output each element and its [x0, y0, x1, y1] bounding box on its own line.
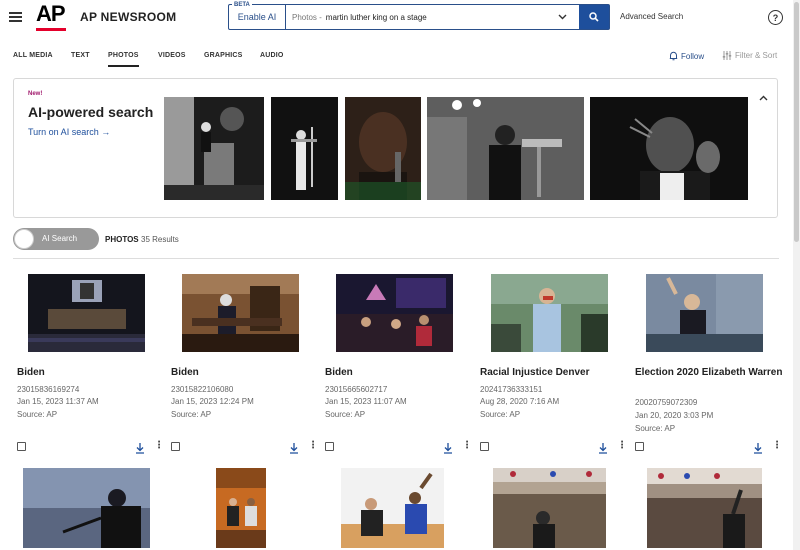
card-title[interactable]: Election 2020 Elizabeth Warren	[635, 366, 783, 379]
download-icon[interactable]	[598, 441, 608, 459]
tab-videos[interactable]: VIDEOS	[158, 52, 186, 59]
download-icon[interactable]	[135, 441, 145, 459]
card-source: Source: AP	[17, 410, 58, 419]
card-title[interactable]: Biden	[325, 366, 473, 379]
tab-audio[interactable]: AUDIO	[260, 52, 284, 59]
photo-thumbnail[interactable]	[182, 274, 299, 352]
photo-card[interactable]: Biden 23015822106080 Jan 15, 2023 12:24 …	[171, 272, 319, 457]
card-id: 23015665602717	[325, 385, 388, 394]
select-checkbox[interactable]	[635, 442, 644, 451]
bell-icon	[669, 51, 678, 61]
photo-thumbnail[interactable]	[647, 468, 762, 548]
card-title[interactable]: Biden	[171, 366, 319, 379]
banner-photo[interactable]	[271, 97, 338, 200]
photo-thumbnail[interactable]	[646, 274, 763, 352]
tab-graphics[interactable]: GRAPHICS	[204, 52, 243, 59]
banner-title: AI-powered search	[28, 104, 154, 120]
photo-thumbnail[interactable]	[23, 468, 150, 548]
new-badge: New!	[28, 91, 43, 97]
photo-card[interactable]: Biden 23015665602717 Jan 15, 2023 11:07 …	[325, 272, 473, 457]
results-count: 35 Results	[141, 235, 179, 244]
brand-name: AP NEWSROOM	[80, 10, 177, 24]
advanced-search-link[interactable]: Advanced Search	[620, 12, 683, 21]
enable-ai-button[interactable]: Enable AI	[229, 5, 286, 29]
tab-photos[interactable]: PHOTOS	[108, 52, 139, 67]
card-id: 20020759072309	[635, 398, 698, 407]
more-options-icon[interactable]: ⋮	[462, 440, 472, 451]
card-id: 23015836169274	[17, 385, 80, 394]
photo-card[interactable]: Biden 23015836169274 Jan 15, 2023 11:37 …	[17, 272, 165, 457]
photo-thumbnail[interactable]	[336, 274, 453, 352]
beta-badge: BETA	[232, 2, 252, 8]
photo-thumbnail[interactable]	[28, 274, 145, 352]
more-options-icon[interactable]: ⋮	[617, 440, 627, 451]
card-id: 23015822106080	[171, 385, 234, 394]
card-date: Jan 15, 2023 11:37 AM	[17, 397, 99, 406]
select-checkbox[interactable]	[480, 442, 489, 451]
tab-all-media[interactable]: ALL MEDIA	[13, 52, 53, 59]
photo-thumbnail[interactable]	[493, 468, 606, 548]
search-input[interactable]: Photos - martin luther king on a stage	[286, 5, 579, 29]
ai-search-banner: New! AI-powered search Turn on AI search…	[13, 78, 778, 218]
card-date: Jan 20, 2020 3:03 PM	[635, 411, 714, 420]
select-checkbox[interactable]	[17, 442, 26, 451]
top-header: AP AP NEWSROOM Enable AI Photos - martin…	[0, 0, 800, 36]
search-scope: Photos -	[292, 12, 322, 22]
card-id: 20241736333151	[480, 385, 543, 394]
banner-photo[interactable]	[427, 97, 584, 200]
select-checkbox[interactable]	[325, 442, 334, 451]
card-date: Aug 28, 2020 7:16 AM	[480, 397, 560, 406]
search-bar: Enable AI Photos - martin luther king on…	[228, 4, 610, 30]
banner-photo[interactable]	[164, 97, 264, 200]
card-source: Source: AP	[171, 410, 212, 419]
card-source: Source: AP	[325, 410, 366, 419]
ap-logo[interactable]: AP	[36, 3, 66, 32]
select-checkbox[interactable]	[171, 442, 180, 451]
follow-button[interactable]: Follow	[669, 51, 704, 61]
section-label: PHOTOS	[105, 235, 139, 244]
photo-thumbnail[interactable]	[491, 274, 608, 352]
sliders-icon	[722, 51, 732, 60]
more-options-icon[interactable]: ⋮	[772, 440, 782, 451]
banner-photo[interactable]	[590, 97, 748, 200]
card-title[interactable]: Biden	[17, 366, 165, 379]
photo-card[interactable]: Racial Injustice Denver 20241736333151 A…	[480, 272, 628, 457]
ai-search-toggle[interactable]: AI Search	[13, 228, 99, 250]
chevron-up-icon[interactable]	[759, 93, 768, 104]
menu-icon[interactable]	[9, 12, 22, 22]
card-title[interactable]: Racial Injustice Denver	[480, 366, 628, 379]
chevron-down-icon[interactable]	[558, 13, 567, 22]
tab-text[interactable]: TEXT	[71, 52, 90, 59]
card-source: Source: AP	[480, 410, 521, 419]
arrow-right-icon: →	[101, 127, 111, 137]
banner-photo[interactable]	[345, 97, 421, 200]
card-source: Source: AP	[635, 424, 676, 433]
search-button[interactable]	[579, 5, 609, 29]
card-date: Jan 15, 2023 12:24 PM	[171, 397, 254, 406]
page-scrollbar[interactable]	[793, 0, 800, 550]
turn-on-ai-link[interactable]: Turn on AI search →	[28, 127, 110, 137]
card-date: Jan 15, 2023 11:07 AM	[325, 397, 407, 406]
more-options-icon[interactable]: ⋮	[308, 440, 318, 451]
help-icon[interactable]: ?	[768, 10, 783, 25]
photo-thumbnail[interactable]	[216, 468, 266, 548]
search-icon	[589, 12, 599, 22]
filter-sort-button[interactable]: Filter & Sort	[722, 51, 777, 60]
photo-thumbnail[interactable]	[341, 468, 444, 548]
download-icon[interactable]	[443, 441, 453, 459]
photo-card[interactable]: Election 2020 Elizabeth Warren 200207590…	[635, 272, 783, 457]
download-icon[interactable]	[289, 441, 299, 459]
download-icon[interactable]	[753, 441, 763, 459]
search-query: martin luther king on a stage	[325, 12, 427, 22]
more-options-icon[interactable]: ⋮	[154, 440, 164, 451]
